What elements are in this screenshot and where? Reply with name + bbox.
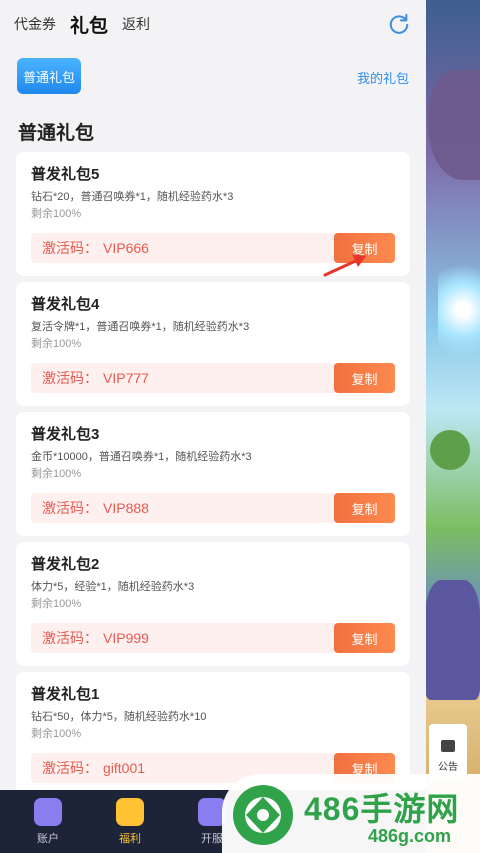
- code-value: VIP777: [103, 370, 149, 386]
- code-label: 激活码：: [42, 240, 98, 256]
- gift-remain: 剩余100%: [31, 598, 82, 610]
- code-value: VIP888: [103, 500, 149, 516]
- watermark: 486手游网 486g.com: [222, 774, 480, 853]
- code-value: VIP666: [103, 240, 149, 256]
- copy-button[interactable]: 复制: [334, 623, 395, 653]
- nav-account-label: 账户: [37, 833, 59, 845]
- gift-remain: 剩余100%: [31, 208, 82, 220]
- nav-server-label: 开服: [201, 833, 223, 845]
- code-label: 激活码：: [42, 630, 98, 646]
- refresh-icon[interactable]: [388, 13, 410, 35]
- gift-title: 普发礼包5: [31, 166, 100, 183]
- code-value: VIP999: [103, 630, 149, 646]
- code-row: 激活码： VIP888 复制: [31, 493, 395, 523]
- normal-gift-tab[interactable]: 普通礼包: [17, 58, 81, 94]
- gift-remain: 剩余100%: [31, 338, 82, 350]
- gift-desc: 钻石*50，体力*5，随机经验药水*10: [31, 711, 207, 723]
- gift-card: 普发礼包1 钻石*50，体力*5，随机经验药水*10 剩余100% 激活码： g…: [16, 672, 410, 790]
- notice-label: 公告: [438, 762, 458, 773]
- gift-desc: 钻石*20，普通召唤券*1，随机经验药水*3: [31, 191, 234, 203]
- notice-button[interactable]: 公告: [429, 724, 467, 780]
- nav-welfare[interactable]: 福利: [100, 798, 160, 846]
- code-label: 激活码：: [42, 370, 98, 386]
- nav-welfare-label: 福利: [119, 833, 141, 845]
- gift-title: 普发礼包4: [31, 296, 100, 313]
- section-title: 普通礼包: [18, 123, 95, 144]
- copy-button[interactable]: 复制: [334, 363, 395, 393]
- top-tabs: 代金券 礼包 返利: [0, 0, 426, 48]
- pointer-arrow-icon: [323, 254, 366, 277]
- gift-card: 普发礼包4 复活令牌*1，普通召唤券*1，随机经验药水*3 剩余100% 激活码…: [16, 282, 410, 406]
- code-label: 激活码：: [42, 760, 98, 776]
- notice-icon: [441, 740, 455, 752]
- my-gift-link[interactable]: 我的礼包: [357, 68, 409, 87]
- site-logo-icon: [233, 785, 293, 845]
- code-row: 激活码： VIP999 复制: [31, 623, 395, 653]
- gift-panel: 代金券 礼包 返利 普通礼包 我的礼包 普通礼包 普发礼包5 钻石*20，普通召…: [0, 0, 426, 790]
- sub-tab-bar: 普通礼包 我的礼包: [0, 48, 426, 104]
- gift-desc: 复活令牌*1，普通召唤券*1，随机经验药水*3: [31, 321, 250, 333]
- tab-gift[interactable]: 礼包: [70, 11, 108, 38]
- nav-account[interactable]: 账户: [18, 798, 78, 846]
- gift-remain: 剩余100%: [31, 468, 82, 480]
- code-row: 激活码： VIP777 复制: [31, 363, 395, 393]
- gift-card: 普发礼包2 体力*5，经验*1，随机经验药水*3 剩余100% 激活码： VIP…: [16, 542, 410, 666]
- tab-voucher[interactable]: 代金券: [14, 14, 56, 34]
- code-label: 激活码：: [42, 500, 98, 516]
- gift-title: 普发礼包1: [31, 686, 100, 703]
- watermark-brand: 486手游网: [304, 791, 460, 827]
- gift-remain: 剩余100%: [31, 728, 82, 740]
- gift-title: 普发礼包3: [31, 426, 100, 443]
- account-icon: [34, 798, 62, 826]
- gift-box-icon: [116, 798, 144, 826]
- gift-desc: 体力*5，经验*1，随机经验药水*3: [31, 581, 195, 593]
- watermark-url: 486g.com: [368, 826, 452, 846]
- gift-card: 普发礼包3 金币*10000，普通召唤券*1，随机经验药水*3 剩余100% 激…: [16, 412, 410, 536]
- gift-title: 普发礼包2: [31, 556, 100, 573]
- gift-list: 普发礼包5 钻石*20，普通召唤券*1，随机经验药水*3 剩余100% 激活码：…: [0, 152, 426, 790]
- gift-desc: 金币*10000，普通召唤券*1，随机经验药水*3: [31, 451, 252, 463]
- copy-button[interactable]: 复制: [334, 493, 395, 523]
- tab-rebate[interactable]: 返利: [122, 14, 150, 34]
